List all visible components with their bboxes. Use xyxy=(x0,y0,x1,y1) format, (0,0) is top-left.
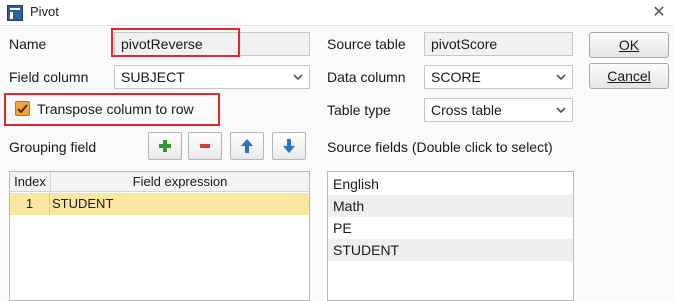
title-bar: Pivot ✕ xyxy=(0,0,674,26)
arrow-up-icon xyxy=(241,139,253,153)
chevron-down-icon xyxy=(293,74,303,81)
list-item[interactable]: PE xyxy=(328,217,573,239)
field-column-label: Field column xyxy=(9,69,89,85)
transpose-checkbox[interactable] xyxy=(15,101,30,116)
check-icon xyxy=(17,104,28,114)
add-field-button[interactable] xyxy=(148,132,182,160)
plus-icon xyxy=(159,140,171,152)
field-column-select[interactable]: SUBJECT xyxy=(114,65,310,89)
remove-field-button[interactable] xyxy=(188,132,222,160)
field-column-value: SUBJECT xyxy=(121,69,185,85)
transpose-label: Transpose column to row xyxy=(37,101,194,117)
data-column-select[interactable]: SCORE xyxy=(424,65,573,89)
move-up-button[interactable] xyxy=(230,132,264,160)
table-type-select[interactable]: Cross table xyxy=(424,98,573,122)
chevron-down-icon xyxy=(556,107,566,114)
source-table-label: Source table xyxy=(327,36,406,52)
move-down-button[interactable] xyxy=(272,132,306,160)
arrow-down-icon xyxy=(283,139,295,153)
row-index: 1 xyxy=(10,193,50,215)
source-fields-label: Source fields (Double click to select) xyxy=(327,139,553,155)
name-label: Name xyxy=(9,36,47,52)
source-table-field[interactable]: pivotScore xyxy=(424,32,573,56)
row-field-expression[interactable]: STUDENT xyxy=(52,193,113,215)
data-column-label: Data column xyxy=(327,69,406,85)
pivot-app-icon xyxy=(7,5,23,21)
ok-button[interactable]: OK xyxy=(589,32,669,58)
window-title: Pivot xyxy=(30,4,59,19)
list-item[interactable]: English xyxy=(328,173,573,195)
grouping-field-table: Index Field expression 1 STUDENT xyxy=(9,171,310,301)
column-header-index[interactable]: Index xyxy=(10,172,51,192)
table-type-value: Cross table xyxy=(431,102,502,118)
list-item[interactable]: STUDENT xyxy=(328,239,573,261)
column-header-field-expression[interactable]: Field expression xyxy=(51,172,309,192)
data-column-value: SCORE xyxy=(431,69,481,85)
close-icon[interactable]: ✕ xyxy=(648,2,670,24)
minus-icon xyxy=(200,144,210,148)
list-item[interactable]: Math xyxy=(328,195,573,217)
source-fields-list: English Math PE STUDENT xyxy=(327,171,574,301)
name-highlight xyxy=(111,28,240,57)
grouping-field-label: Grouping field xyxy=(9,139,97,155)
ok-button-label: OK xyxy=(618,37,640,53)
chevron-down-icon xyxy=(556,74,566,81)
table-type-label: Table type xyxy=(327,102,391,118)
cancel-button[interactable]: Cancel xyxy=(589,63,669,89)
cancel-button-label: Cancel xyxy=(607,68,651,84)
table-row[interactable]: 1 STUDENT xyxy=(10,193,309,215)
